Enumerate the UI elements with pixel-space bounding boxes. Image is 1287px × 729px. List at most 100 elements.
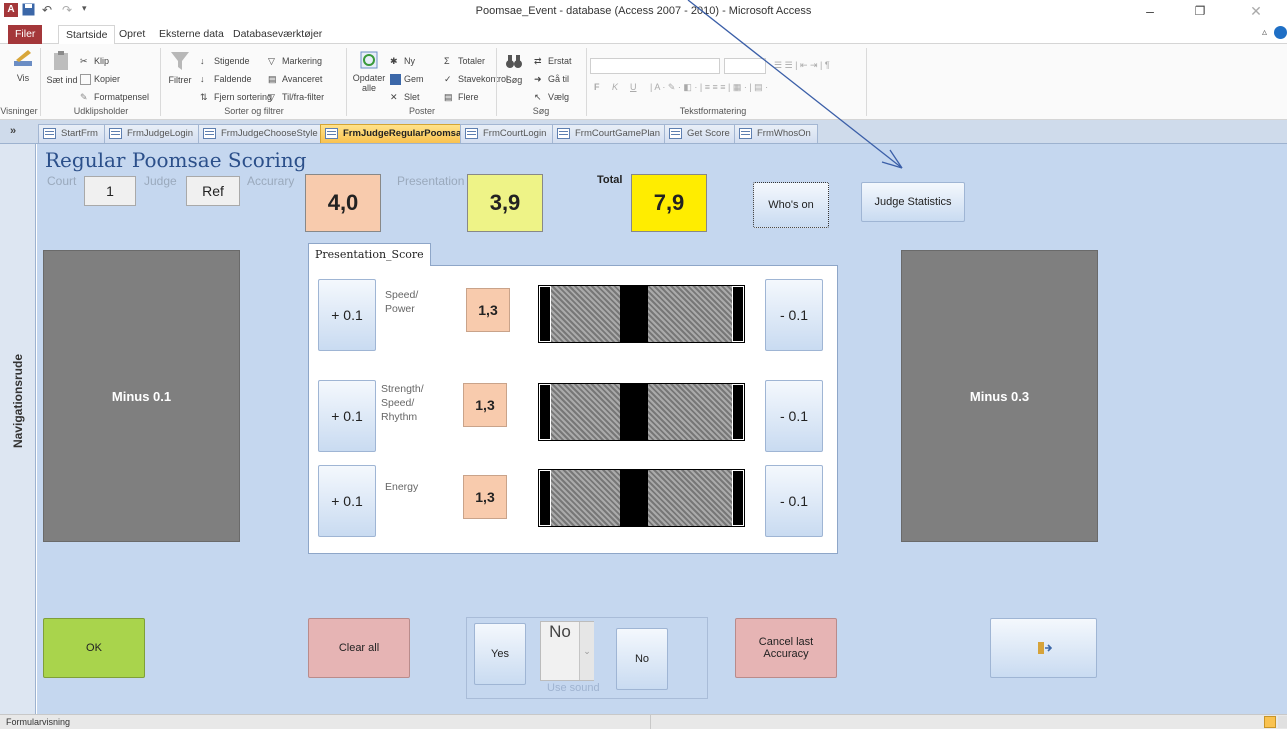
- replace-button[interactable]: ⇄ Erstat: [534, 56, 572, 67]
- format-painter-button[interactable]: ✎ Formatpensel: [80, 92, 149, 103]
- sound-no-button[interactable]: No: [616, 628, 668, 690]
- tab-eksterne-data[interactable]: Eksterne data: [152, 25, 231, 44]
- doc-tab-get-score[interactable]: Get Score: [664, 124, 737, 143]
- font-size-dropdown[interactable]: [724, 58, 766, 74]
- doc-tab-frmjudgeregularpoomsae[interactable]: FrmJudgeRegularPoomsae: [320, 124, 474, 143]
- close-icon[interactable]: ✕: [1236, 2, 1276, 20]
- speed-power-minus-button[interactable]: - 0.1: [765, 279, 823, 351]
- slider-right-cap: [732, 286, 744, 342]
- font-name-dropdown[interactable]: [590, 58, 720, 74]
- bold-button[interactable]: F: [594, 82, 600, 92]
- sort-descending-label: Faldende: [214, 74, 252, 84]
- paste-label: Sæt ind: [46, 75, 78, 85]
- text-color-icons[interactable]: | A · ✎ · ◧ · | ≡ ≡ ≡ | ▦ · | ▤ ·: [650, 82, 768, 93]
- group-label-visninger: Visninger: [0, 106, 38, 116]
- exit-button[interactable]: [990, 618, 1097, 678]
- doc-tab-frmjudgelogin[interactable]: FrmJudgeLogin: [104, 124, 201, 143]
- sort-descending-button[interactable]: ↓ Faldende: [200, 74, 252, 85]
- selection-button[interactable]: ▽ Markering: [268, 56, 322, 67]
- sigma-icon: Σ: [444, 56, 450, 67]
- cancel-last-accuracy-button[interactable]: Cancel last Accuracy: [735, 618, 837, 678]
- goto-button[interactable]: ➜ Gå til: [534, 74, 569, 85]
- title-bar: A ↶ ↷ ▾ Poomsae_Event - database (Access…: [0, 0, 1287, 22]
- court-field[interactable]: 1: [84, 176, 136, 206]
- doc-tab-startfrm[interactable]: StartFrm: [38, 124, 105, 143]
- navigation-pane[interactable]: Navigationsrude: [0, 144, 36, 714]
- totals-button[interactable]: Σ Totaler: [444, 56, 485, 67]
- filter-button[interactable]: Filtrer: [164, 50, 196, 85]
- doc-tab-label: FrmCourtLogin: [483, 128, 547, 139]
- judge-field[interactable]: Ref: [186, 176, 240, 206]
- spelling-button[interactable]: ✓ Stavekontrol: [444, 74, 508, 85]
- more-button[interactable]: ▤ Flere: [444, 92, 479, 103]
- list-format-icons[interactable]: ☰ ☰ | ⇤ ⇥ | ¶: [774, 60, 830, 71]
- minus-01-button[interactable]: Minus 0.1: [43, 250, 240, 542]
- ok-button[interactable]: OK: [43, 618, 145, 678]
- speed-power-plus-button[interactable]: + 0.1: [318, 279, 376, 351]
- strength-speed-rhythm-minus-button[interactable]: - 0.1: [765, 380, 823, 452]
- tab-opret[interactable]: Opret: [112, 25, 152, 44]
- ribbon-tab-bar: Filer Startside Opret Eksterne data Data…: [0, 22, 1287, 44]
- tab-databasevaerktojer[interactable]: Databaseværktøjer: [226, 25, 329, 44]
- presentation-panel: + 0.1 Speed/ Power 1,3 - 0.1 + 0.1 Stren…: [308, 265, 838, 554]
- new-record-button[interactable]: ✱ Ny: [390, 56, 415, 67]
- delete-record-label: Slet: [404, 92, 420, 102]
- doc-tab-frmjudgechoosestyle[interactable]: FrmJudgeChooseStyle: [198, 124, 325, 143]
- view-label: Vis: [16, 73, 30, 83]
- copy-button[interactable]: Kopier: [80, 74, 120, 86]
- slider-thumb[interactable]: [619, 286, 648, 342]
- sort-asc-icon: ↓: [200, 56, 205, 67]
- nav-toggle-icon[interactable]: »: [10, 125, 16, 137]
- form-icon: [739, 128, 752, 139]
- underline-button[interactable]: U: [630, 82, 637, 92]
- delete-record-button[interactable]: ✕ Slet: [390, 92, 420, 103]
- cut-button[interactable]: ✂ Klip: [80, 56, 109, 67]
- remove-sort-button[interactable]: ⇅ Fjern sortering: [200, 92, 272, 103]
- form-icon: [557, 128, 570, 139]
- tab-presentation-score[interactable]: Presentation_Score: [308, 243, 431, 266]
- select-button[interactable]: ↖ Vælg: [534, 92, 569, 103]
- italic-button[interactable]: K: [612, 82, 618, 92]
- layout-view-icon[interactable]: [1278, 716, 1287, 728]
- doc-tab-frmcourtgameplan[interactable]: FrmCourtGamePlan: [552, 124, 667, 143]
- tab-filer[interactable]: Filer: [8, 25, 43, 44]
- sound-select[interactable]: No ⌄: [540, 621, 594, 681]
- ribbon: Vis Visninger Sæt ind ✂ Klip Kopier ✎ Form…: [0, 44, 1287, 120]
- replace-icon: ⇄: [534, 56, 542, 67]
- energy-slider[interactable]: [538, 469, 745, 527]
- minimize-ribbon-icon[interactable]: ▵: [1262, 27, 1267, 38]
- speed-power-slider[interactable]: [538, 285, 745, 343]
- whos-on-button[interactable]: Who's on: [753, 182, 829, 228]
- slider-thumb[interactable]: [619, 470, 648, 526]
- help-icon[interactable]: [1274, 26, 1287, 39]
- advanced-filter-button[interactable]: ▤ Avanceret: [268, 74, 322, 85]
- strength-speed-rhythm-slider[interactable]: [538, 383, 745, 441]
- more-label: Flere: [458, 92, 479, 102]
- sound-yes-button[interactable]: Yes: [474, 623, 526, 685]
- form-view-icon[interactable]: [1264, 716, 1276, 728]
- judge-statistics-button[interactable]: Judge Statistics: [861, 182, 965, 222]
- doc-tab-label: FrmCourtGamePlan: [575, 128, 660, 139]
- navigation-pane-label: Navigationsrude: [11, 353, 25, 449]
- view-button[interactable]: Vis: [6, 48, 40, 83]
- sort-ascending-button[interactable]: ↓ Stigende: [200, 56, 250, 67]
- clear-all-button[interactable]: Clear all: [308, 618, 410, 678]
- energy-minus-button[interactable]: - 0.1: [765, 465, 823, 537]
- restore-icon[interactable]: ❐: [1180, 2, 1220, 20]
- refresh-all-button[interactable]: Opdater alle: [352, 50, 386, 93]
- minimize-icon[interactable]: –: [1130, 2, 1170, 20]
- chevron-down-icon[interactable]: ⌄: [579, 622, 594, 680]
- minus-03-button[interactable]: Minus 0.3: [901, 250, 1098, 542]
- strength-speed-rhythm-plus-button[interactable]: + 0.1: [318, 380, 376, 452]
- find-button[interactable]: Søg: [500, 52, 528, 85]
- tab-startside[interactable]: Startside: [58, 25, 116, 44]
- save-record-icon: [390, 74, 401, 86]
- doc-tab-frmcourtlogin[interactable]: FrmCourtLogin: [460, 124, 554, 143]
- paste-button[interactable]: Sæt ind: [46, 50, 78, 85]
- toggle-filter-button[interactable]: ▽ Til/fra-filter: [268, 92, 324, 103]
- doc-tab-frmwhoson[interactable]: FrmWhosOn: [734, 124, 818, 143]
- status-bar: Formularvisning: [0, 714, 1287, 729]
- energy-plus-button[interactable]: + 0.1: [318, 465, 376, 537]
- save-record-button[interactable]: Gem: [390, 74, 424, 86]
- slider-thumb[interactable]: [619, 384, 648, 440]
